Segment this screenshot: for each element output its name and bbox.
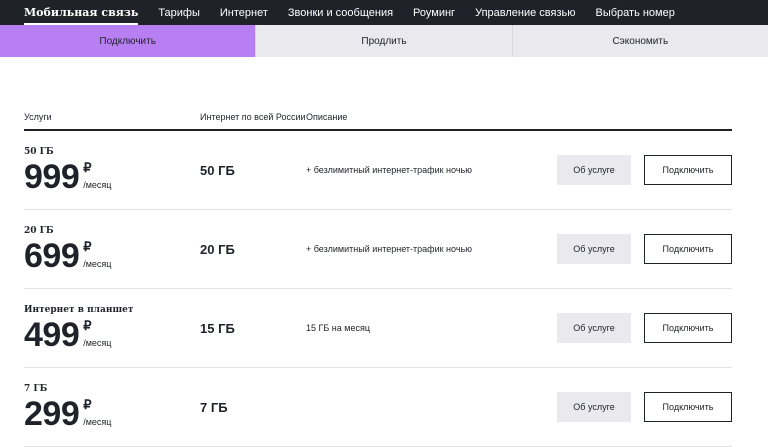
table-header: Услуги Интернет по всей России Описание	[24, 91, 732, 131]
header-services: Услуги	[24, 112, 52, 122]
tab-connect[interactable]: Подключить	[0, 25, 257, 57]
nav-roaming[interactable]: Роуминг	[413, 0, 455, 25]
nav-choose-number[interactable]: Выбрать номер	[596, 0, 675, 25]
connect-button[interactable]: Подключить	[644, 392, 732, 422]
plan-name: 20 ГБ	[24, 226, 54, 236]
description: + безлимитный интернет-трафик ночью	[306, 244, 472, 254]
period: /месяц	[83, 259, 112, 269]
about-button[interactable]: Об услуге	[557, 313, 631, 343]
ruble-icon: ₽	[83, 397, 92, 412]
table-row: 7 ГБ 299 ₽ /месяц 7 ГБ Об услуге Подключ…	[24, 368, 732, 447]
connect-button[interactable]: Подключить	[644, 313, 732, 343]
nav-manage[interactable]: Управление связью	[475, 0, 575, 25]
connect-button[interactable]: Подключить	[644, 155, 732, 185]
about-button[interactable]: Об услуге	[557, 234, 631, 264]
table-row: 50 ГБ 999 ₽ /месяц 50 ГБ + безлимитный и…	[24, 131, 732, 210]
price: 299	[24, 395, 80, 433]
service-cell: Интернет в планшет 499 ₽ /месяц	[24, 305, 200, 354]
ruble-icon: ₽	[83, 318, 92, 333]
period: /месяц	[83, 180, 112, 190]
description: + безлимитный интернет-трафик ночью	[306, 165, 472, 175]
ruble-icon: ₽	[83, 239, 92, 254]
services-table: Услуги Интернет по всей России Описание …	[0, 91, 768, 447]
price: 999	[24, 158, 80, 196]
period: /месяц	[83, 417, 112, 427]
description: 15 ГБ на месяц	[306, 323, 370, 333]
price: 499	[24, 316, 80, 354]
header-description: Описание	[306, 112, 348, 122]
internet-volume: 7 ГБ	[200, 399, 228, 415]
service-cell: 7 ГБ 299 ₽ /месяц	[24, 384, 200, 433]
nav-tariffs[interactable]: Тарифы	[158, 0, 200, 25]
nav-mobile[interactable]: Мобильная связь	[24, 0, 139, 25]
about-button[interactable]: Об услуге	[557, 392, 631, 422]
plan-name: 50 ГБ	[24, 147, 54, 157]
top-navigation: Мобильная связь Тарифы Интернет Звонки и…	[0, 0, 768, 25]
tab-save[interactable]: Сэкономить	[512, 25, 768, 57]
nav-calls-messages[interactable]: Звонки и сообщения	[288, 0, 393, 25]
ruble-icon: ₽	[83, 160, 92, 175]
nav-internet[interactable]: Интернет	[220, 0, 268, 25]
plan-name: Интернет в планшет	[24, 305, 134, 315]
plan-name: 7 ГБ	[24, 384, 48, 394]
service-cell: 20 ГБ 699 ₽ /месяц	[24, 226, 200, 275]
table-row: 20 ГБ 699 ₽ /месяц 20 ГБ + безлимитный и…	[24, 210, 732, 289]
tab-extend[interactable]: Продлить	[256, 25, 513, 57]
table-row: Интернет в планшет 499 ₽ /месяц 15 ГБ 15…	[24, 289, 732, 368]
about-button[interactable]: Об услуге	[557, 155, 631, 185]
service-cell: 50 ГБ 999 ₽ /месяц	[24, 147, 200, 196]
connect-button[interactable]: Подключить	[644, 234, 732, 264]
price: 699	[24, 237, 80, 275]
action-tabs: Подключить Продлить Сэкономить	[0, 25, 768, 57]
header-internet: Интернет по всей России	[200, 112, 306, 122]
period: /месяц	[83, 338, 112, 348]
internet-volume: 50 ГБ	[200, 162, 235, 178]
internet-volume: 20 ГБ	[200, 241, 235, 257]
internet-volume: 15 ГБ	[200, 320, 235, 336]
